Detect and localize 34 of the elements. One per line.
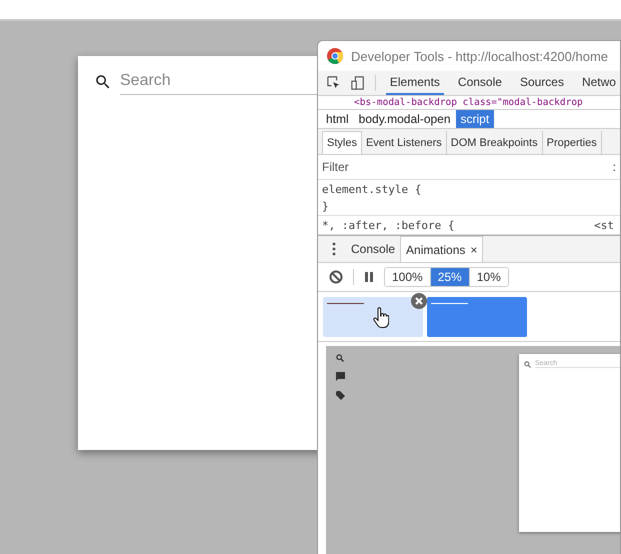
panel-tab[interactable]: Netwo [578, 71, 620, 95]
sidebar-tab[interactable]: DOM Breakpoints [446, 131, 543, 154]
breadcrumb[interactable]: body.modal-open [354, 110, 456, 128]
window-title: Developer Tools - http://localhost:4200/home [351, 48, 608, 64]
chrome-logo-icon [327, 48, 343, 64]
sidebar-tab[interactable]: Properties [542, 131, 602, 154]
search-icon [94, 72, 112, 90]
pause-icon[interactable] [364, 272, 374, 282]
drawer-tab[interactable]: Animations × [400, 236, 484, 262]
css-selector: *, :after, :before { [322, 220, 454, 231]
speed-button[interactable]: 100% [385, 268, 431, 286]
dom-node-text: <bs-modal-backdrop class="modal-backdrop [354, 96, 583, 109]
source-link[interactable]: <st [594, 220, 614, 231]
close-icon[interactable] [411, 293, 427, 309]
breadcrumb[interactable]: script [456, 110, 494, 128]
drawer-tab[interactable]: Console [346, 236, 400, 262]
device-icon[interactable] [351, 75, 365, 91]
state-toggle[interactable]: : [612, 160, 616, 174]
panel-tab[interactable]: Console [454, 71, 506, 95]
panel-tab[interactable]: Sources [516, 71, 568, 95]
clear-icon[interactable] [329, 270, 343, 284]
sidebar-tab[interactable]: Event Listeners [362, 131, 447, 154]
speed-button[interactable]: 25% [430, 268, 470, 286]
breadcrumb[interactable]: html [321, 110, 354, 128]
sidebar-tab[interactable]: Styles [322, 131, 362, 154]
more-menu-icon[interactable] [332, 242, 336, 256]
search-icon [524, 360, 531, 368]
inspect-icon[interactable] [327, 75, 341, 91]
tag-icon [336, 391, 345, 400]
feedback-icon [336, 372, 345, 381]
css-selector: element.style { [322, 184, 422, 195]
css-brace: } [322, 201, 329, 212]
hand-cursor-icon [373, 307, 389, 329]
search-icon [336, 354, 344, 362]
